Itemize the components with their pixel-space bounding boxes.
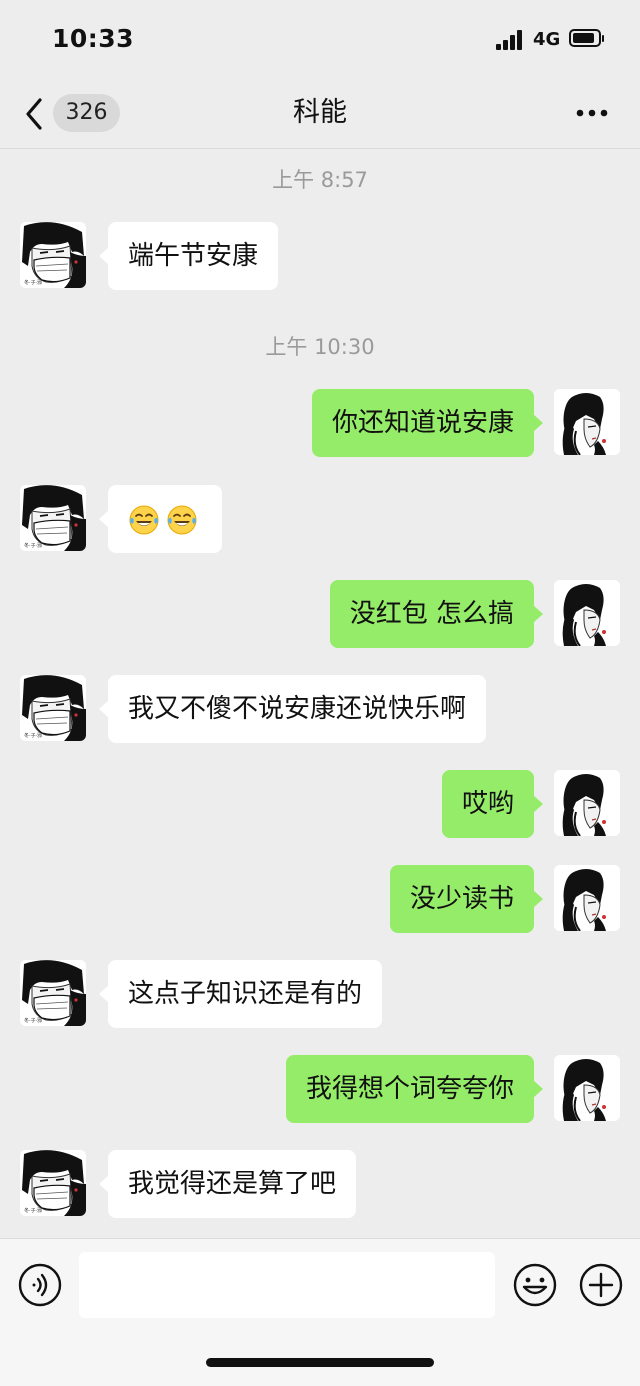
- contact-avatar[interactable]: [20, 675, 86, 741]
- message-bubble-incoming[interactable]: [99, 485, 222, 553]
- chevron-left-icon[interactable]: [22, 94, 52, 134]
- message-input[interactable]: [79, 1252, 495, 1318]
- contact-avatar[interactable]: [20, 960, 86, 1026]
- chat-header: 326 科能: [0, 80, 640, 149]
- more-dots-icon[interactable]: [572, 104, 612, 122]
- message-bubble-outgoing[interactable]: 没少读书: [389, 865, 544, 933]
- message-bubble-incoming[interactable]: 端午节安康: [98, 222, 279, 290]
- message-bubble-outgoing[interactable]: 我得想个词夸夸你: [285, 1055, 544, 1123]
- message-bubble-outgoing[interactable]: 你还知道说安康: [311, 389, 544, 457]
- my-avatar[interactable]: [554, 770, 620, 836]
- status-bar: 10:33 4G: [0, 0, 640, 80]
- timestamp: 上午 8:57: [272, 168, 368, 192]
- message-bubble-outgoing[interactable]: 哎哟: [441, 770, 544, 838]
- voice-icon[interactable]: [18, 1263, 62, 1307]
- my-avatar[interactable]: [554, 1055, 620, 1121]
- face-with-tears-of-joy-icon: [128, 504, 160, 536]
- my-avatar[interactable]: [554, 580, 620, 646]
- network-type: 4G: [533, 29, 561, 50]
- my-avatar[interactable]: [554, 389, 620, 455]
- plus-circle-icon[interactable]: [579, 1263, 623, 1307]
- home-indicator[interactable]: [206, 1358, 434, 1367]
- battery-icon: [569, 29, 604, 49]
- message-bubble-incoming[interactable]: 我觉得还是算了吧: [98, 1150, 357, 1218]
- contact-avatar[interactable]: [20, 485, 86, 551]
- timestamp: 上午 10:30: [265, 335, 375, 359]
- contact-avatar[interactable]: [20, 222, 86, 288]
- message-bubble-outgoing[interactable]: 没红包 怎么搞: [329, 580, 544, 648]
- smiley-icon[interactable]: [513, 1263, 557, 1307]
- signal-icon: [496, 30, 524, 50]
- my-avatar[interactable]: [554, 865, 620, 931]
- contact-avatar[interactable]: [20, 1150, 86, 1216]
- status-time: 10:33: [52, 24, 135, 53]
- chat-title: 科能: [293, 97, 347, 128]
- input-bar: [0, 1238, 640, 1386]
- face-with-tears-of-joy-icon: [166, 504, 198, 536]
- message-bubble-incoming[interactable]: 我又不傻不说安康还说快乐啊: [98, 675, 487, 743]
- message-bubble-incoming[interactable]: 这点子知识还是有的: [98, 960, 383, 1028]
- unread-count-badge[interactable]: 326: [53, 94, 120, 132]
